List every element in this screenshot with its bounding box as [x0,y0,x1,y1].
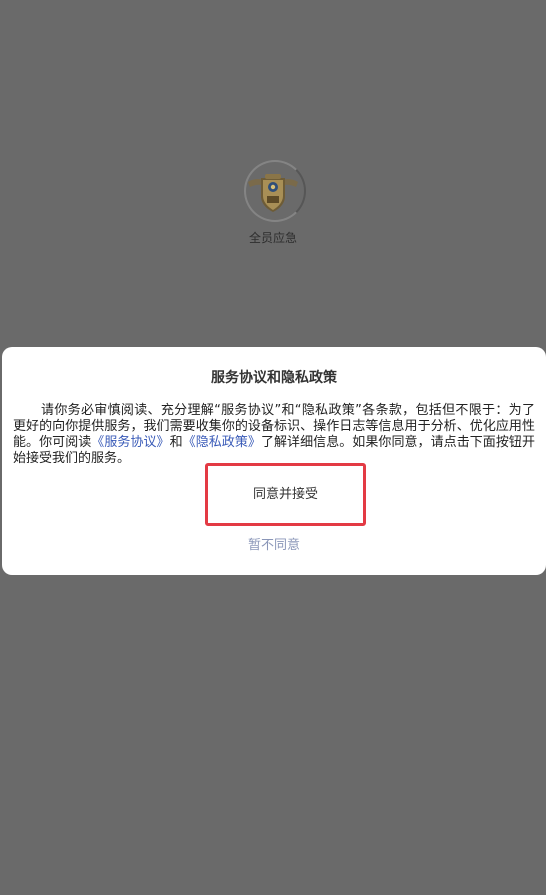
agree-button[interactable]: 同意并接受 [208,466,363,523]
body-text-and: 和 [169,435,183,450]
dialog-title: 服务协议和隐私政策 [211,370,337,386]
app-logo [244,160,306,222]
decline-button[interactable]: 暂不同意 [2,534,546,553]
consent-dialog: 服务协议和隐私政策 请你务必审慎阅读、充分理解“服务协议”和“隐私政策”各条款，… [2,347,546,575]
app-name: 全员应急 [248,231,297,245]
service-agreement-link[interactable]: 《服务协议》 [91,435,169,450]
privacy-policy-link[interactable]: 《隐私政策》 [183,435,261,450]
police-badge-icon [248,174,298,212]
dialog-body-text: 请你务必审慎阅读、充分理解“服务协议”和“隐私政策”各条款，包括但不限于：为了更… [13,403,535,467]
